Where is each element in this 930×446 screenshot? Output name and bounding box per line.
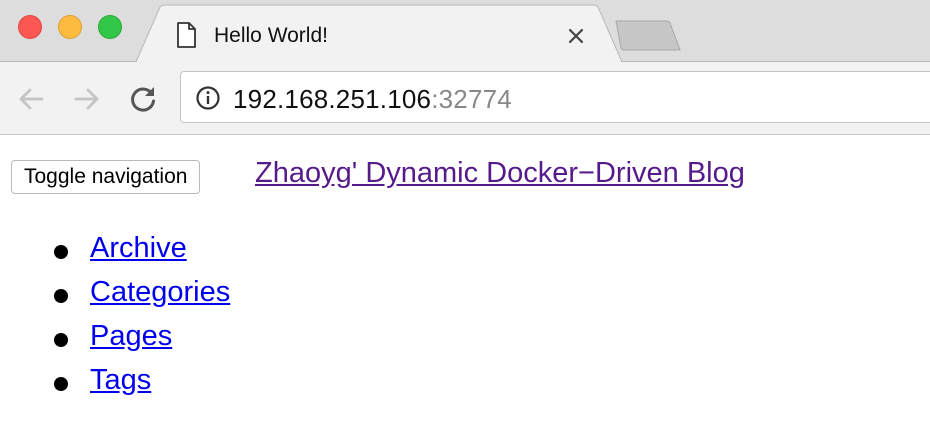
bullet xyxy=(54,377,68,391)
url-port: :32774 xyxy=(431,84,512,114)
bullet xyxy=(54,245,68,259)
address-bar[interactable]: 192.168.251.106:32774 xyxy=(180,71,930,123)
toggle-navigation-button[interactable]: Toggle navigation xyxy=(11,160,201,194)
page-icon xyxy=(177,22,196,48)
tab-title: Hello World! xyxy=(214,24,328,47)
bullet xyxy=(54,289,68,303)
page-content: Toggle navigation Zhaoyg' Dynamic Docker… xyxy=(0,135,930,446)
blog-brand-link[interactable]: Zhaoyg' Dynamic Docker−Driven Blog xyxy=(255,157,745,190)
bullet xyxy=(54,333,68,347)
tab-hello-world[interactable]: Hello World! xyxy=(168,6,598,62)
back-arrow-icon[interactable] xyxy=(14,82,48,116)
close-icon[interactable] xyxy=(564,24,588,48)
forward-arrow-icon[interactable] xyxy=(70,82,104,116)
reload-icon[interactable] xyxy=(126,82,160,116)
nav-link-tags[interactable]: Tags xyxy=(90,364,151,397)
browser-toolbar: 192.168.251.106:32774 xyxy=(0,62,930,135)
browser-window: Hello World! 192.168.251.106:32774 Toggl… xyxy=(0,0,930,446)
nav-link-archive[interactable]: Archive xyxy=(90,232,187,265)
url-text[interactable]: 192.168.251.106:32774 xyxy=(233,84,512,115)
nav-link-pages[interactable]: Pages xyxy=(90,320,172,353)
info-icon[interactable] xyxy=(195,85,221,111)
url-host: 192.168.251.106 xyxy=(233,84,432,114)
new-tab-button[interactable] xyxy=(612,19,684,53)
nav-link-categories[interactable]: Categories xyxy=(90,276,230,309)
tab-strip: Hello World! xyxy=(0,0,930,62)
